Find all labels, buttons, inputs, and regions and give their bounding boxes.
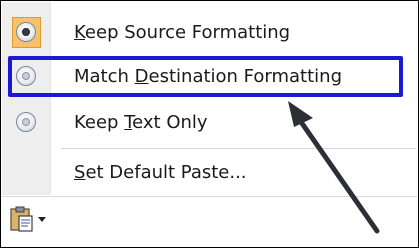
paste-options-menu: Keep Source Formatting Match Destination… [0,0,419,248]
arrow-annotation [288,101,380,234]
